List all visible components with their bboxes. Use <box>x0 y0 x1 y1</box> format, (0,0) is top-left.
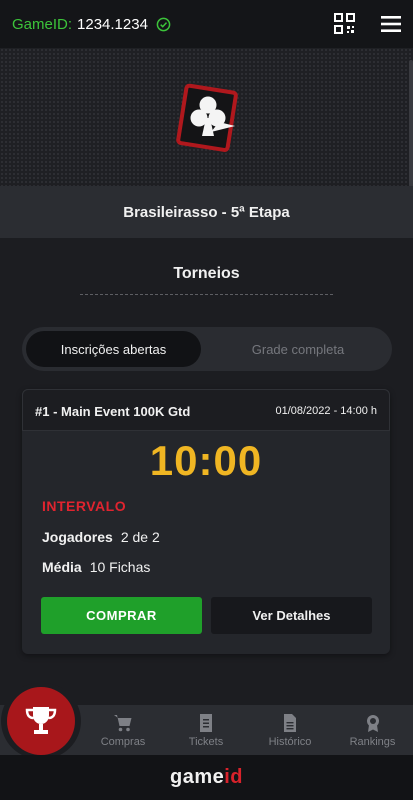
tournament-name: #1 - Main Event 100K Gtd <box>35 404 191 419</box>
club-card-logo <box>176 83 238 152</box>
brand-logo: gameid <box>170 766 243 789</box>
average-value: 10 Fichas <box>89 559 151 575</box>
gameid-value: 1234.1234 <box>77 15 148 33</box>
nav-item-compras[interactable]: Compras <box>82 705 164 755</box>
nav-label-tickets: Tickets <box>188 735 224 748</box>
nav-item-tickets[interactable]: Tickets <box>164 705 248 755</box>
trophy-button[interactable] <box>7 687 75 755</box>
nav-label-historico: Histórico <box>268 735 312 748</box>
stage-bar: Brasileirasso - 5ª Etapa <box>0 186 413 238</box>
ticket-icon <box>200 713 212 732</box>
hamburger-menu-icon[interactable] <box>380 14 402 34</box>
section-divider <box>80 294 333 295</box>
nav-label-compras: Compras <box>100 735 146 748</box>
verified-check-icon <box>156 17 171 31</box>
players-value: 2 de 2 <box>120 529 160 545</box>
nav-label-rankings: Rankings <box>349 735 396 748</box>
tournaments-nav-button[interactable] <box>1 683 81 759</box>
gameid-label: GameID: <box>12 15 73 33</box>
stage-title: Brasileirasso - 5ª Etapa <box>123 203 290 221</box>
tournament-date: 01/08/2022 - 14:00 h <box>275 405 377 417</box>
document-icon <box>284 713 296 732</box>
players-label: Jogadores <box>42 529 113 545</box>
section-title: Torneios <box>173 265 240 282</box>
nav-item-rankings[interactable]: Rankings <box>332 705 413 755</box>
tournament-timer: 10:00 <box>149 437 263 484</box>
average-label: Média <box>42 559 82 575</box>
details-button[interactable]: Ver Detalhes <box>211 597 372 634</box>
tab-full-schedule[interactable]: Grade completa <box>208 331 388 367</box>
buy-button[interactable]: COMPRAR <box>41 597 202 634</box>
cart-icon <box>114 714 132 731</box>
nav-item-historico[interactable]: Histórico <box>248 705 332 755</box>
footer: gameid <box>0 755 413 800</box>
players-row: Jogadores 2 de 2 <box>42 529 160 545</box>
tab-open-registrations[interactable]: Inscrições abertas <box>26 331 201 367</box>
tournament-status: INTERVALO <box>42 498 127 514</box>
medal-icon <box>366 714 379 732</box>
tournament-card-header: #1 - Main Event 100K Gtd 01/08/2022 - 14… <box>22 389 390 431</box>
average-row: Média 10 Fichas <box>42 559 150 575</box>
brand-part-game: game <box>169 766 225 788</box>
tournament-card: #1 - Main Event 100K Gtd 01/08/2022 - 14… <box>22 389 390 654</box>
trophy-icon <box>25 707 57 734</box>
qr-code-icon[interactable] <box>334 13 355 34</box>
brand-part-id: id <box>224 766 244 788</box>
tab-switcher: Inscrições abertas Grade completa <box>22 327 392 371</box>
